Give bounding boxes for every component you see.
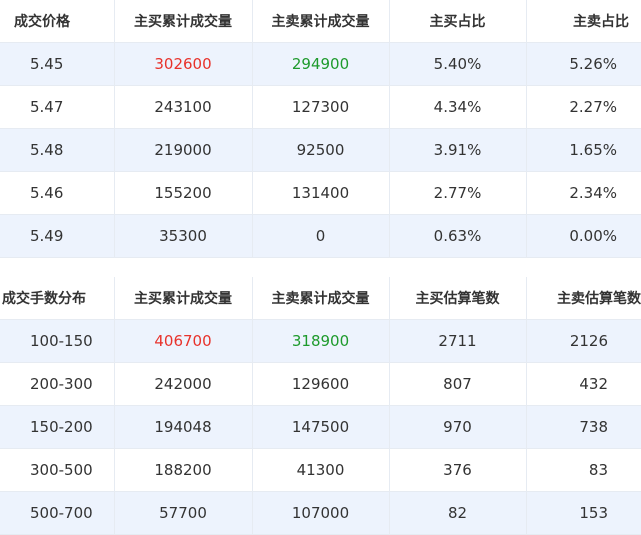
cell-sell-ratio: 2.27% <box>525 85 641 129</box>
cell-sell-ratio: 2.34% <box>525 171 641 215</box>
cell-sell-volume: 92500 <box>251 128 390 172</box>
cell-sell-count: 153 <box>525 491 641 535</box>
cell-buy-volume: 243100 <box>113 85 253 129</box>
cell-price: 5.45 <box>0 42 115 86</box>
cell-sell-volume: 0 <box>251 214 390 258</box>
cell-buy-ratio: 2.77% <box>388 171 527 215</box>
cell-sell-ratio: 0.00% <box>525 214 641 258</box>
col-header-buy-volume: 主买累计成交量 <box>113 0 253 43</box>
cell-lot-size: 150-200 <box>0 405 115 449</box>
cell-price: 5.48 <box>0 128 115 172</box>
table-row: 5.45 302600 294900 5.40% 5.26% <box>0 42 641 86</box>
table-row: 200-300 242000 129600 807 432 <box>0 362 641 406</box>
cell-sell-volume: 131400 <box>251 171 390 215</box>
cell-buy-volume: 57700 <box>113 491 253 535</box>
table-row: 500-700 57700 107000 82 153 <box>0 491 641 535</box>
cell-lot-size: 200-300 <box>0 362 115 406</box>
cell-sell-count: 2126 <box>525 319 641 363</box>
col-header-price: 成交价格 <box>0 0 115 43</box>
table-row: 5.47 243100 127300 4.34% 2.27% <box>0 85 641 129</box>
cell-buy-volume: 219000 <box>113 128 253 172</box>
cell-price: 5.49 <box>0 214 115 258</box>
cell-buy-count: 376 <box>388 448 527 492</box>
table-row: 100-150 406700 318900 2711 2126 <box>0 319 641 363</box>
table-row: 5.49 35300 0 0.63% 0.00% <box>0 214 641 258</box>
cell-lot-size: 300-500 <box>0 448 115 492</box>
table-spacer <box>0 258 641 277</box>
price-distribution-table: 成交价格 主买累计成交量 主卖累计成交量 主买占比 主卖占比 5.45 3026… <box>0 0 641 258</box>
cell-sell-volume: 127300 <box>251 85 390 129</box>
cell-sell-volume: 294900 <box>251 42 390 86</box>
cell-buy-volume: 194048 <box>113 405 253 449</box>
lot-size-distribution-table: 成交手数分布 主买累计成交量 主卖累计成交量 主买估算笔数 主卖估算笔数 100… <box>0 277 641 535</box>
col-header-buy-ratio: 主买占比 <box>388 0 527 43</box>
cell-buy-volume: 155200 <box>113 171 253 215</box>
cell-buy-count: 970 <box>388 405 527 449</box>
cell-buy-ratio: 0.63% <box>388 214 527 258</box>
cell-sell-volume: 107000 <box>251 491 390 535</box>
table-row: 5.46 155200 131400 2.77% 2.34% <box>0 171 641 215</box>
cell-buy-volume: 302600 <box>113 42 253 86</box>
col-header-buy-count: 主买估算笔数 <box>388 277 527 320</box>
table-row: 150-200 194048 147500 970 738 <box>0 405 641 449</box>
cell-sell-count: 432 <box>525 362 641 406</box>
col-header-buy-volume: 主买累计成交量 <box>113 277 253 320</box>
table-row: 300-500 188200 41300 376 83 <box>0 448 641 492</box>
cell-buy-volume: 35300 <box>113 214 253 258</box>
cell-lot-size: 500-700 <box>0 491 115 535</box>
cell-buy-count: 2711 <box>388 319 527 363</box>
cell-buy-volume: 242000 <box>113 362 253 406</box>
cell-sell-volume: 41300 <box>251 448 390 492</box>
cell-buy-count: 82 <box>388 491 527 535</box>
cell-buy-ratio: 4.34% <box>388 85 527 129</box>
cell-sell-ratio: 5.26% <box>525 42 641 86</box>
cell-sell-volume: 147500 <box>251 405 390 449</box>
cell-sell-count: 738 <box>525 405 641 449</box>
table-row: 5.48 219000 92500 3.91% 1.65% <box>0 128 641 172</box>
cell-buy-volume: 406700 <box>113 319 253 363</box>
cell-sell-count: 83 <box>525 448 641 492</box>
col-header-sell-ratio: 主卖占比 <box>525 0 641 43</box>
col-header-sell-volume: 主卖累计成交量 <box>251 0 390 43</box>
cell-buy-volume: 188200 <box>113 448 253 492</box>
cell-lot-size: 100-150 <box>0 319 115 363</box>
cell-sell-volume: 129600 <box>251 362 390 406</box>
col-header-sell-count: 主卖估算笔数 <box>525 277 641 320</box>
cell-sell-volume: 318900 <box>251 319 390 363</box>
col-header-sell-volume: 主卖累计成交量 <box>251 277 390 320</box>
cell-buy-count: 807 <box>388 362 527 406</box>
cell-price: 5.47 <box>0 85 115 129</box>
cell-buy-ratio: 3.91% <box>388 128 527 172</box>
col-header-lot-size: 成交手数分布 <box>0 277 115 320</box>
cell-buy-ratio: 5.40% <box>388 42 527 86</box>
cell-sell-ratio: 1.65% <box>525 128 641 172</box>
table-header-row: 成交手数分布 主买累计成交量 主卖累计成交量 主买估算笔数 主卖估算笔数 <box>0 277 641 320</box>
table-header-row: 成交价格 主买累计成交量 主卖累计成交量 主买占比 主卖占比 <box>0 0 641 43</box>
cell-price: 5.46 <box>0 171 115 215</box>
